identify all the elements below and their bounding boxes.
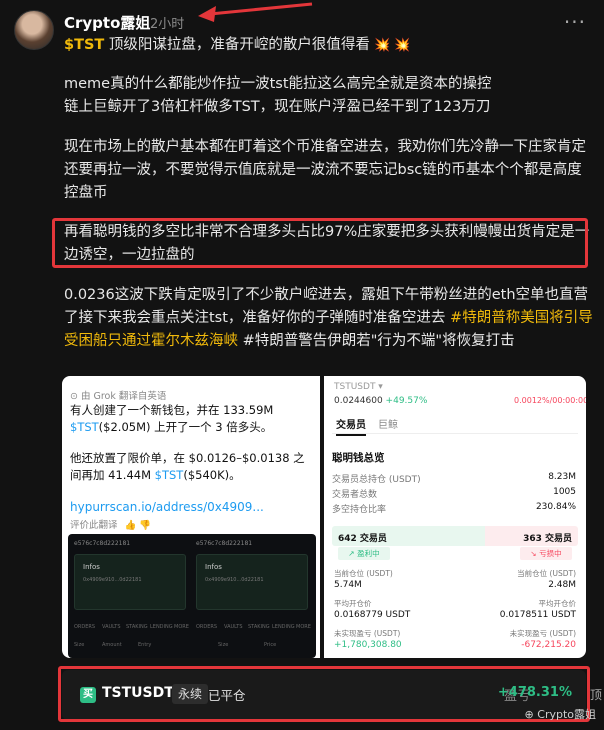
rate-translation: 评价此翻译 👍 👎 — [70, 517, 151, 531]
section-title: 聪明钱总览 — [332, 452, 385, 464]
highlight-box-position — [58, 666, 590, 722]
stat-value: 8.23M — [548, 472, 576, 482]
short-upnl: -672,215.20 — [521, 640, 576, 650]
price: 0.0244600 +49.57% — [334, 396, 427, 406]
shot-tab: MORE — [296, 624, 311, 630]
translation-note: ⊙ 由 Grok 翻译自英语 — [70, 391, 167, 402]
ticker-header: TSTUSDT ▾ — [334, 382, 383, 392]
trader-tabs: 交易员 巨鲸 — [332, 414, 578, 436]
tweet-p2-ticker: $TST — [154, 468, 184, 482]
profit-pill: ↗ 盈利中 — [338, 547, 390, 560]
stat-value: 230.84% — [535, 502, 576, 512]
shot-tab: STAKING — [126, 624, 148, 630]
shot-col: Size — [218, 642, 229, 648]
shot-tab: STAKING — [248, 624, 270, 630]
thumbs-icon: 👍 👎 — [124, 520, 152, 531]
tweet-p1-ticker: $TST — [70, 420, 99, 434]
tweet-paragraph-2: 他还放置了限价单，在 $0.0126–$0.0138 之间再加 41.44M $… — [70, 450, 316, 484]
stat-value: 1005 — [553, 487, 576, 497]
headline-text: 顶级阳谋拉盘，准备开崆的散户很值得看 — [104, 37, 370, 53]
long-position: 5.74M — [334, 580, 362, 590]
info-title-2: Infos — [205, 563, 222, 571]
separator-dot: · — [139, 12, 144, 28]
shot-col: Entry — [138, 642, 152, 648]
hypurrscan-screenshot: e576c7c8d222181 e576c7c8d222181 Infos 0x… — [68, 534, 316, 658]
info-card-1: Infos 0x4909e910...0d22181 — [74, 554, 186, 610]
pos-label-long: 当前仓位 (USDT) — [334, 569, 393, 578]
loss-pill: ↘ 亏损中 — [520, 547, 572, 560]
shot-tab: MORE — [174, 624, 189, 630]
info-title-1: Infos — [83, 563, 100, 571]
stat-label: 多空持仓比率 — [332, 505, 387, 515]
shot-col: Size — [74, 642, 85, 648]
ticker-link[interactable]: $TST — [64, 37, 104, 53]
tweet-p1-rest: ($2.05M) 上开了一个 3 倍多头。 — [98, 420, 273, 434]
post-time: 2小时 — [150, 17, 185, 32]
pos-label-short: 当前仓位 (USDT) — [517, 569, 576, 578]
long-short-bar: 642 交易员 363 交易员 — [332, 526, 578, 546]
smart-money-screenshot[interactable]: TSTUSDT ▾ 0.0244600 +49.57% 0.0012%/00:0… — [324, 376, 586, 658]
wallet-address-2: e576c7c8d222181 — [196, 540, 253, 547]
shot-tab: LENDING — [272, 624, 295, 630]
short-trader-count: 363 交易员 — [523, 534, 572, 544]
stat-label: 交易者总数 — [332, 490, 378, 500]
shot-tab: LENDING — [150, 624, 173, 630]
tweet-p2-rest: ($540K)。 — [183, 468, 241, 482]
post-paragraph-2: meme真的什么都能炒作拉一波tst能拉这么高完全就是资本的操控 链上巨鲸开了3… — [64, 76, 492, 115]
shot-tab: VAULTS — [224, 624, 243, 630]
info-sub-1: 0x4909e910...0d22181 — [83, 577, 142, 583]
info-sub-2: 0x4909e910...0d22181 — [205, 577, 264, 583]
stat-label: 交易员总持仓 (USDT) — [332, 475, 421, 485]
short-avg-price: 0.0178511 USDT — [499, 610, 576, 620]
highlight-box-smart-money — [52, 218, 588, 268]
upnl-label-short: 未实现盈亏 (USDT) — [509, 629, 576, 638]
shot-col: Amount — [102, 642, 122, 648]
info-card-2: Infos 0x4909e910...0d22181 — [196, 554, 308, 610]
edge-clipped-text: 顶 — [590, 688, 603, 702]
price-value: 0.0244600 — [334, 396, 383, 406]
author-avatar[interactable] — [14, 10, 54, 50]
post-headline: $TST 顶级阳谋拉盘，准备开崆的散户很值得看 💥 💥 — [64, 34, 594, 57]
shot-col: Price — [264, 642, 277, 648]
post-paragraph-3: 现在市场上的散户基本都在盯着这个币准备空进去，我劝你们先冷静一下庄家肯定还要再拉… — [64, 139, 586, 201]
author-name[interactable]: Crypto露姐 — [64, 12, 150, 33]
long-upnl: +1,780,308.80 — [334, 640, 402, 650]
tab-traders[interactable]: 交易员 — [336, 416, 366, 436]
rate-label: 评价此翻译 — [70, 520, 118, 531]
fire-emoji-icon: 💥 💥 — [369, 38, 411, 53]
shot-tab: ORDERS — [196, 624, 218, 630]
short-position: 2.48M — [548, 580, 576, 590]
hashtag-2[interactable]: #特朗普警告伊朗若"行为不端"将恢复打击 — [238, 333, 515, 349]
embedded-tweet-screenshot[interactable]: ⊙ 由 Grok 翻译自英语 有人创建了一个新钱包，并在 133.59M $TS… — [62, 376, 320, 658]
avg-label-long: 平均开仓价 — [334, 599, 372, 608]
shot-tab: VAULTS — [102, 624, 121, 630]
upnl-label-long: 未实现盈亏 (USDT) — [334, 629, 401, 638]
tweet-p1-text: 有人创建了一个新钱包，并在 133.59M — [70, 403, 274, 417]
wallet-address-1: e576c7c8d222181 — [74, 540, 131, 547]
tweet-paragraph-1: 有人创建了一个新钱包，并在 133.59M $TST($2.05M) 上开了一个… — [70, 402, 316, 436]
long-trader-count: 642 交易员 — [338, 534, 387, 544]
tab-whales[interactable]: 巨鲸 — [378, 416, 398, 431]
more-options-icon[interactable]: ··· — [564, 10, 586, 34]
watermark: ⊕ Crypto露姐 — [524, 708, 596, 721]
shot-tabs: ORDERS VAULTS STAKING LENDING MORE ORDER… — [68, 624, 316, 636]
hypurrscan-link: hypurrscan.io/address/0x4909... — [70, 500, 264, 514]
post-paragraph-5: 0.0236这波下跌肯定吸引了不少散户崆进去，露姐下午带粉丝进的eth空单也直营… — [64, 284, 594, 353]
shot-tab: ORDERS — [74, 624, 96, 630]
annotation-arrow — [198, 2, 313, 22]
avg-label-short: 平均开仓价 — [538, 599, 577, 608]
long-avg-price: 0.0168779 USDT — [334, 610, 411, 620]
funding-rate: 0.0012%/00:00:00 — [514, 396, 586, 405]
price-change: +49.57% — [385, 396, 428, 406]
